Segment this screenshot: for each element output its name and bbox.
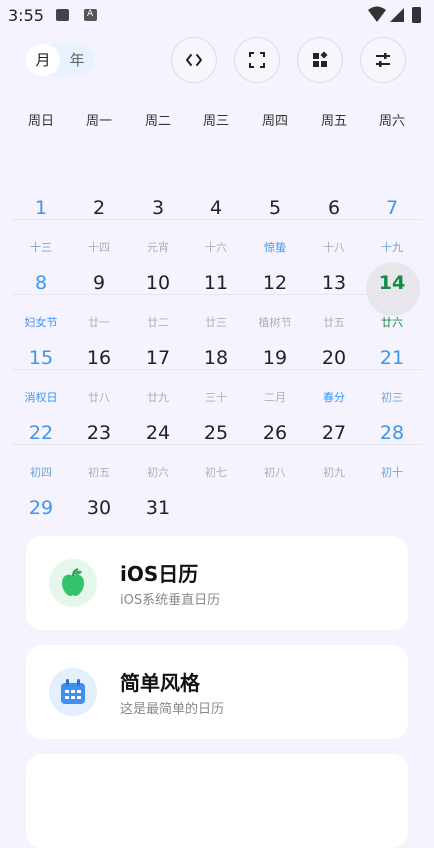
day-cell[interactable]: 8 xyxy=(12,272,70,294)
day-cell[interactable]: 24 xyxy=(129,422,187,444)
day-cell[interactable]: 27 xyxy=(305,422,363,444)
lunar-label: 廿二 xyxy=(147,316,169,329)
lunar-label: 二月 xyxy=(264,391,286,404)
lunar-label: 廿三 xyxy=(205,316,227,329)
view-toggle: 月 年 xyxy=(26,44,94,76)
day-cell[interactable]: 4 xyxy=(187,197,245,219)
lunar-label: 廿五 xyxy=(323,316,345,329)
wifi-icon xyxy=(368,6,386,22)
lunar-label: 植树节 xyxy=(258,316,292,329)
day-cell[interactable]: 6 xyxy=(305,197,363,219)
next-card-partial[interactable] xyxy=(26,754,408,848)
weekday-thu: 周四 xyxy=(261,114,288,129)
lunar-label: 廿八 xyxy=(88,391,110,404)
day-cell[interactable]: 9 xyxy=(70,272,128,294)
app-notification-icon: A xyxy=(84,9,97,21)
calendar-icon xyxy=(49,668,97,716)
widgets-button[interactable] xyxy=(297,37,343,83)
image-notification-icon xyxy=(56,9,69,21)
lunar-label: 消权日 xyxy=(24,391,58,404)
day-cell[interactable]: 7 xyxy=(363,197,421,219)
lunar-label: 十四 xyxy=(88,241,110,254)
day-cell[interactable]: 10 xyxy=(129,272,187,294)
weekday-wed: 周三 xyxy=(202,114,229,129)
day-cell[interactable]: 28 xyxy=(363,422,421,444)
fullscreen-icon xyxy=(249,52,265,68)
lunar-label: 三十 xyxy=(205,391,227,404)
card-subtitle: 这是最简单的日历 xyxy=(120,702,225,717)
ios-calendar-card[interactable]: iOS日历 iOS系统垂直日历 xyxy=(26,536,408,630)
card-title: iOS日历 xyxy=(120,562,199,586)
lunar-label: 十八 xyxy=(323,241,345,254)
month-tab[interactable]: 月 xyxy=(26,44,60,76)
day-cell[interactable]: 18 xyxy=(187,347,245,369)
code-icon xyxy=(186,54,202,66)
day-cell[interactable]: 21 xyxy=(363,347,421,369)
status-bar: 3:55 A xyxy=(0,0,434,30)
lunar-label: 惊蛰 xyxy=(264,241,286,254)
day-cell[interactable]: 31 xyxy=(129,497,187,519)
lunar-label: 初四 xyxy=(30,466,52,479)
year-tab[interactable]: 年 xyxy=(60,44,94,76)
day-cell[interactable]: 5 xyxy=(246,197,304,219)
day-cell[interactable]: 23 xyxy=(70,422,128,444)
lunar-label: 十六 xyxy=(205,241,227,254)
lunar-label: 十九 xyxy=(381,241,403,254)
weekday-sat: 周六 xyxy=(378,114,405,129)
simple-style-card[interactable]: 简单风格 这是最简单的日历 xyxy=(26,645,408,739)
day-cell[interactable]: 16 xyxy=(70,347,128,369)
day-cell[interactable]: 17 xyxy=(129,347,187,369)
row-divider xyxy=(12,444,422,445)
row-divider xyxy=(12,294,422,295)
row-divider xyxy=(12,369,422,370)
day-cell[interactable]: 20 xyxy=(305,347,363,369)
day-cell[interactable]: 15 xyxy=(12,347,70,369)
lunar-label: 元宵 xyxy=(147,241,169,254)
card-subtitle: iOS系统垂直日历 xyxy=(120,593,221,608)
settings-button[interactable] xyxy=(360,37,406,83)
lunar-label: 春分 xyxy=(323,391,345,404)
lunar-label: 廿六 xyxy=(381,316,403,329)
lunar-label: 廿九 xyxy=(147,391,169,404)
day-cell[interactable]: 22 xyxy=(12,422,70,444)
tune-icon xyxy=(376,53,390,67)
day-cell[interactable]: 11 xyxy=(187,272,245,294)
day-cell[interactable]: 19 xyxy=(246,347,304,369)
lunar-label: 十三 xyxy=(30,241,52,254)
lunar-label: 初七 xyxy=(205,466,227,479)
day-cell[interactable]: 1 xyxy=(12,197,70,219)
weekday-tue: 周二 xyxy=(144,114,171,129)
day-cell[interactable]: 12 xyxy=(246,272,304,294)
row-divider xyxy=(12,219,422,220)
signal-icon xyxy=(390,8,404,22)
card-title: 简单风格 xyxy=(120,671,200,695)
day-cell[interactable]: 3 xyxy=(129,197,187,219)
weekday-sun: 周日 xyxy=(27,114,54,129)
today-cell[interactable]: 14 xyxy=(363,272,421,294)
day-cell[interactable]: 2 xyxy=(70,197,128,219)
apple-icon xyxy=(49,559,97,607)
code-button[interactable] xyxy=(171,37,217,83)
day-cell[interactable]: 30 xyxy=(70,497,128,519)
fullscreen-button[interactable] xyxy=(234,37,280,83)
lunar-label: 初十 xyxy=(381,466,403,479)
lunar-label: 初八 xyxy=(264,466,286,479)
day-cell[interactable]: 26 xyxy=(246,422,304,444)
day-cell[interactable]: 13 xyxy=(305,272,363,294)
weekday-mon: 周一 xyxy=(85,114,112,129)
lunar-label: 初三 xyxy=(381,391,403,404)
battery-icon xyxy=(412,7,421,23)
lunar-label: 廿一 xyxy=(88,316,110,329)
lunar-label: 初五 xyxy=(88,466,110,479)
widgets-icon xyxy=(313,51,328,67)
day-cell[interactable]: 29 xyxy=(12,497,70,519)
day-cell[interactable]: 25 xyxy=(187,422,245,444)
weekday-fri: 周五 xyxy=(320,114,347,129)
status-icons xyxy=(368,6,421,23)
lunar-label: 初九 xyxy=(323,466,345,479)
status-time: 3:55 xyxy=(8,6,44,25)
lunar-label: 妇女节 xyxy=(24,316,58,329)
lunar-label: 初六 xyxy=(147,466,169,479)
